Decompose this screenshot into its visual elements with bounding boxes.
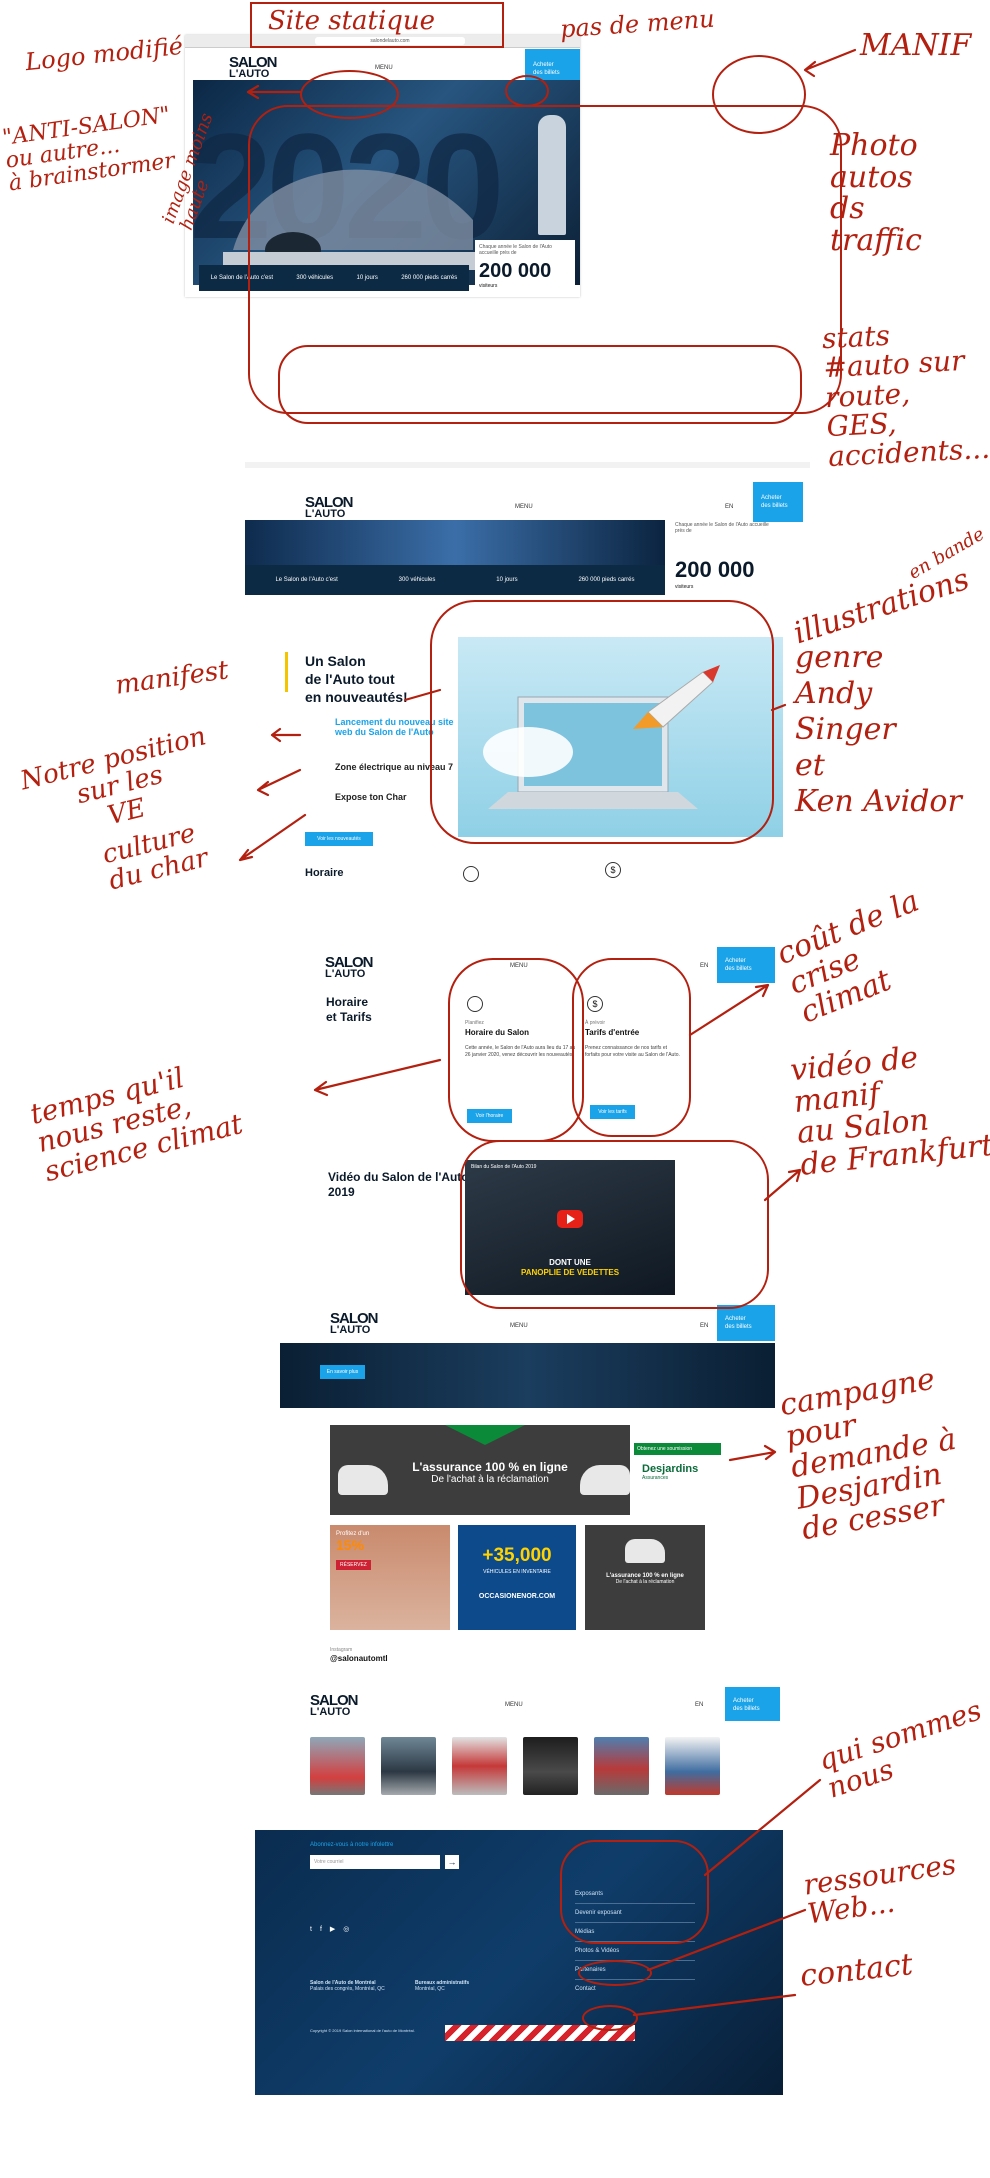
buy-tickets-button[interactable]: Acheter des billets — [717, 947, 775, 983]
annotation-temps: temps qu'il nous reste, science climat — [26, 1060, 246, 1188]
ad-headline: L'assurance 100 % en ligne De l'achat à … — [412, 1460, 568, 1485]
annotation-cout: coût de la crise climat — [772, 883, 924, 1031]
circle-schedule-card — [448, 958, 584, 1142]
circle-footer-contact — [582, 2005, 638, 2031]
annotation-qui-sommes-nous: qui sommes nous — [814, 1693, 986, 1805]
annotation-anti-salon: "ANTI-SALON" ou autre... à brainstormer — [0, 102, 177, 197]
stats-bar: Le Salon de l'Auto c'est 300 véhicules 1… — [245, 565, 665, 595]
banner-button[interactable]: En savoir plus — [320, 1365, 365, 1379]
news-button[interactable]: Voir les nouveautés — [305, 832, 373, 846]
social-icons: tf▶◎ — [310, 1925, 357, 1933]
instagram-handle[interactable]: @salonautomtl — [330, 1654, 388, 1663]
circle-footer-resources — [578, 1960, 652, 1986]
annotation-site-statique: Site statique — [268, 6, 436, 36]
annotation-photo: Photo autos ds traffic — [830, 128, 922, 258]
site-logo[interactable]: SALON L'AUTO — [305, 495, 353, 519]
youtube-icon[interactable]: ▶ — [330, 1926, 343, 1933]
clock-icon — [463, 866, 479, 882]
newsletter-input[interactable]: Votre courriel — [310, 1855, 440, 1869]
annotation-stats: stats #auto sur route, GES, accidents... — [821, 318, 990, 473]
browser-toolbar — [245, 462, 810, 468]
hotel-ad[interactable]: Profitez d'un 15% RÉSERVEZ — [330, 1525, 450, 1630]
desjardins-ad-small[interactable]: L'assurance 100 % en ligne De l'achat à … — [585, 1525, 705, 1630]
circle-footer-links — [560, 1840, 709, 1944]
buy-tickets-button[interactable]: Acheter des billets — [717, 1305, 775, 1341]
desjardins-ad[interactable]: L'assurance 100 % en ligne De l'achat à … — [330, 1425, 725, 1515]
news-title: Un Salon de l'Auto tout en nouveautés! — [305, 653, 408, 705]
stat-item: 300 véhicules — [398, 577, 436, 583]
instagram-icon[interactable]: ◎ — [343, 1926, 357, 1933]
copyright: Copyright © 2019 Salon international de … — [310, 2028, 415, 2033]
footer-col1: Salon de l'Auto de Montréal Palais des c… — [310, 1980, 385, 1992]
menu-button[interactable]: MENU — [510, 1323, 528, 1329]
site-logo[interactable]: SALON L'AUTO — [229, 55, 277, 79]
annotation-illustrations: illustrations — [789, 561, 974, 652]
instagram-photo[interactable] — [381, 1737, 436, 1795]
site-logo[interactable]: SALON L'AUTO — [310, 1693, 358, 1717]
annotation-manif: MANIF — [860, 28, 972, 63]
circle-stats — [278, 345, 802, 424]
occasion-ad[interactable]: +35,000 VÉHICULES EN INVENTAIRE OCCASION… — [458, 1525, 576, 1630]
instagram-photo[interactable] — [665, 1737, 720, 1795]
ad-green-chevron — [445, 1425, 525, 1445]
instagram-photo[interactable] — [452, 1737, 507, 1795]
menu-button[interactable]: MENU — [515, 504, 533, 510]
lang-switch[interactable]: EN — [725, 504, 733, 510]
lang-switch[interactable]: EN — [695, 1702, 703, 1708]
dollar-icon: $ — [605, 862, 621, 878]
twitter-icon[interactable]: t — [310, 1926, 320, 1933]
footer-col2: Bureaux administratifs Montréal, QC — [415, 1980, 470, 1992]
site-logo[interactable]: SALON L'AUTO — [330, 1311, 378, 1335]
annotation-genre: genre Andy Singer et Ken Avidor — [795, 640, 962, 819]
circle-menu — [505, 75, 549, 107]
buy-tickets-button[interactable]: Acheter des billets — [725, 1687, 780, 1721]
schedule-heading: Horaire et Tarifs — [326, 995, 372, 1024]
menu-button[interactable]: MENU — [375, 65, 393, 71]
annotation-campagne: campagne pour demande à Desjardin de cesser — [777, 1361, 959, 1548]
visitors-caption: Chaque année le Salon de l'Auto accueill… — [675, 522, 769, 534]
ad-car-left — [338, 1465, 388, 1495]
instagram-photo[interactable] — [594, 1737, 649, 1795]
stat-item: 260 000 pieds carrés — [578, 577, 635, 583]
video-heading: Vidéo du Salon de l'Auto 2019 — [328, 1170, 469, 1199]
circle-tariff-card — [572, 958, 691, 1137]
site-logo[interactable]: SALON L'AUTO — [325, 955, 373, 979]
annotation-video: vidéo de manif au Salon de Frankfurt — [788, 1040, 990, 1183]
annotation-logo-modifie: Logo modifié — [23, 31, 185, 77]
lang-switch[interactable]: EN — [700, 1323, 708, 1329]
newsletter-submit[interactable]: → — [445, 1855, 459, 1869]
footer-link[interactable]: Photos & Vidéos — [575, 1942, 695, 1961]
visitors-unit: visiteurs — [675, 584, 694, 590]
hero-image-cropped — [245, 520, 665, 565]
circle-video — [460, 1140, 769, 1309]
visitors-number: 200 000 — [675, 557, 755, 582]
instagram-label: Instagram — [330, 1647, 353, 1653]
horaire-heading: Horaire — [305, 867, 344, 879]
instagram-photo[interactable] — [523, 1737, 578, 1795]
annotation-culture: culture du char — [99, 818, 212, 897]
annotation-pas-de-menu: pas de menu — [559, 4, 716, 44]
lang-switch[interactable]: EN — [700, 963, 708, 969]
stat-item: 10 jours — [496, 577, 518, 583]
instagram-photo[interactable] — [310, 1737, 365, 1795]
buy-tickets-button[interactable]: Acheter des billets — [753, 482, 803, 522]
ad-brand-panel: Obtenez une soumission Desjardins Assura… — [630, 1425, 725, 1515]
stat-item: Le Salon de l'Auto c'est — [275, 577, 338, 583]
screenshot-ads: SALON L'AUTO MENU EN Acheter des billets E… — [280, 1305, 775, 1635]
menu-button[interactable]: MENU — [505, 1702, 523, 1708]
facebook-icon[interactable]: f — [320, 1926, 330, 1933]
newsletter-label: Abonnez-vous à notre infolettre — [310, 1842, 394, 1848]
news-accent-bar — [285, 652, 288, 692]
ad-car-right — [580, 1465, 630, 1495]
annotation-contact: contact — [798, 1947, 915, 1994]
circle-illustration — [430, 600, 774, 844]
annotation-manifest: manifest — [113, 655, 231, 701]
annotation-ressources: ressources Web... — [801, 1847, 959, 1931]
